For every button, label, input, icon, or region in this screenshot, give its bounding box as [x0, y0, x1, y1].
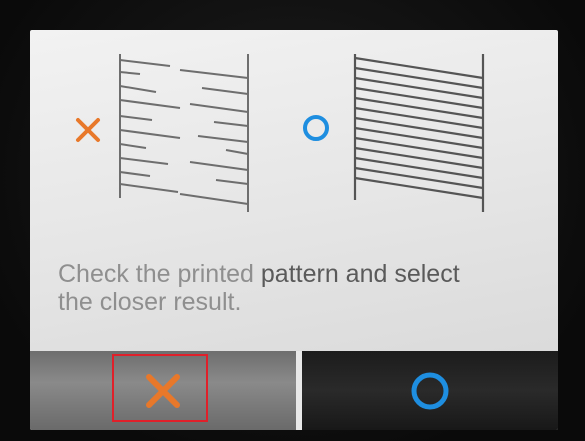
message-text-part1: Check the printed	[58, 260, 261, 288]
selection-highlight	[112, 354, 208, 422]
bottom-button-bar	[30, 351, 558, 430]
select-aligned-button[interactable]	[302, 351, 558, 430]
instruction-message: Check the printed pattern and select the…	[58, 260, 558, 316]
circle-icon	[303, 115, 329, 141]
circle-icon	[411, 372, 449, 409]
select-misaligned-button[interactable]	[30, 351, 296, 430]
display-screen: Check the printed pattern and select the…	[30, 30, 558, 430]
message-text-part3: the closer result.	[58, 288, 242, 316]
cross-icon	[76, 118, 100, 142]
misaligned-pattern-image	[119, 54, 249, 212]
pattern-illustration	[30, 30, 558, 250]
aligned-pattern-image	[353, 54, 485, 212]
message-text-part2: pattern and select	[260, 260, 460, 288]
